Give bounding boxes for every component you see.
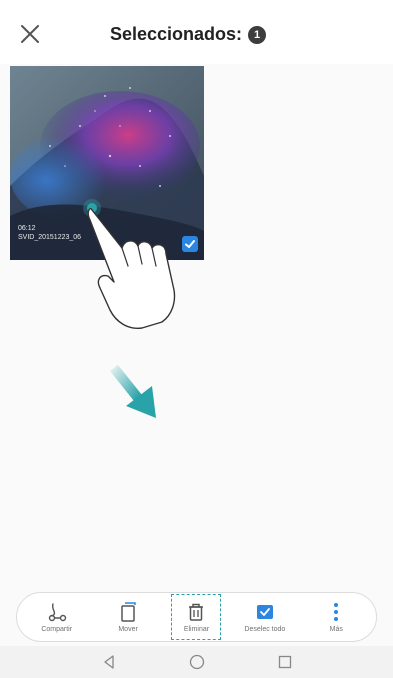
deselect-all-button[interactable]: Deselec todo xyxy=(237,595,293,639)
photo-grid: 06:12 SVID_20151223_06 xyxy=(0,64,393,594)
delete-label: Eliminar xyxy=(183,626,210,633)
share-icon xyxy=(48,603,66,622)
trash-icon xyxy=(189,603,204,621)
long-press-hand-illustration xyxy=(82,170,192,335)
more-icon xyxy=(334,603,339,621)
system-navigation-bar xyxy=(0,646,393,678)
photo-filename: SVID_20151223_06 xyxy=(18,234,82,241)
more-button[interactable]: Más xyxy=(308,595,364,639)
page-title: Seleccionados: xyxy=(110,24,243,44)
photo-time: 06:12 xyxy=(18,225,36,232)
share-label: Compartir xyxy=(41,626,73,633)
close-icon xyxy=(21,25,39,43)
selection-action-toolbar: Compartir Mover Eliminar Deselec todo Má… xyxy=(16,592,377,642)
selected-count-badge: 1 xyxy=(248,25,267,44)
move-icon xyxy=(121,602,136,622)
selection-header: Seleccionados: 1 xyxy=(0,0,393,65)
swipe-direction-arrow xyxy=(108,364,168,429)
home-icon[interactable] xyxy=(188,653,206,671)
photo-metadata: 06:12 SVID_20151223_06 xyxy=(18,224,81,242)
more-label: Más xyxy=(329,626,343,633)
delete-button[interactable]: Eliminar xyxy=(171,594,222,640)
deselect-all-label: Deselec todo xyxy=(244,626,286,633)
share-button[interactable]: Compartir xyxy=(29,595,85,639)
close-selection-button[interactable] xyxy=(18,22,42,46)
move-button[interactable]: Mover xyxy=(100,595,156,639)
deselect-all-icon xyxy=(256,605,273,619)
arrow-down-right-icon xyxy=(110,364,156,418)
recent-apps-icon[interactable] xyxy=(276,653,294,671)
hand-pointer-icon xyxy=(83,199,176,329)
move-label: Mover xyxy=(118,626,138,633)
gallery-selection-screen: Seleccionados: 1 06:12 SVID_20151223_06 … xyxy=(0,0,393,678)
back-icon[interactable] xyxy=(100,653,118,671)
selection-title: Seleccionados: 1 xyxy=(110,24,267,45)
